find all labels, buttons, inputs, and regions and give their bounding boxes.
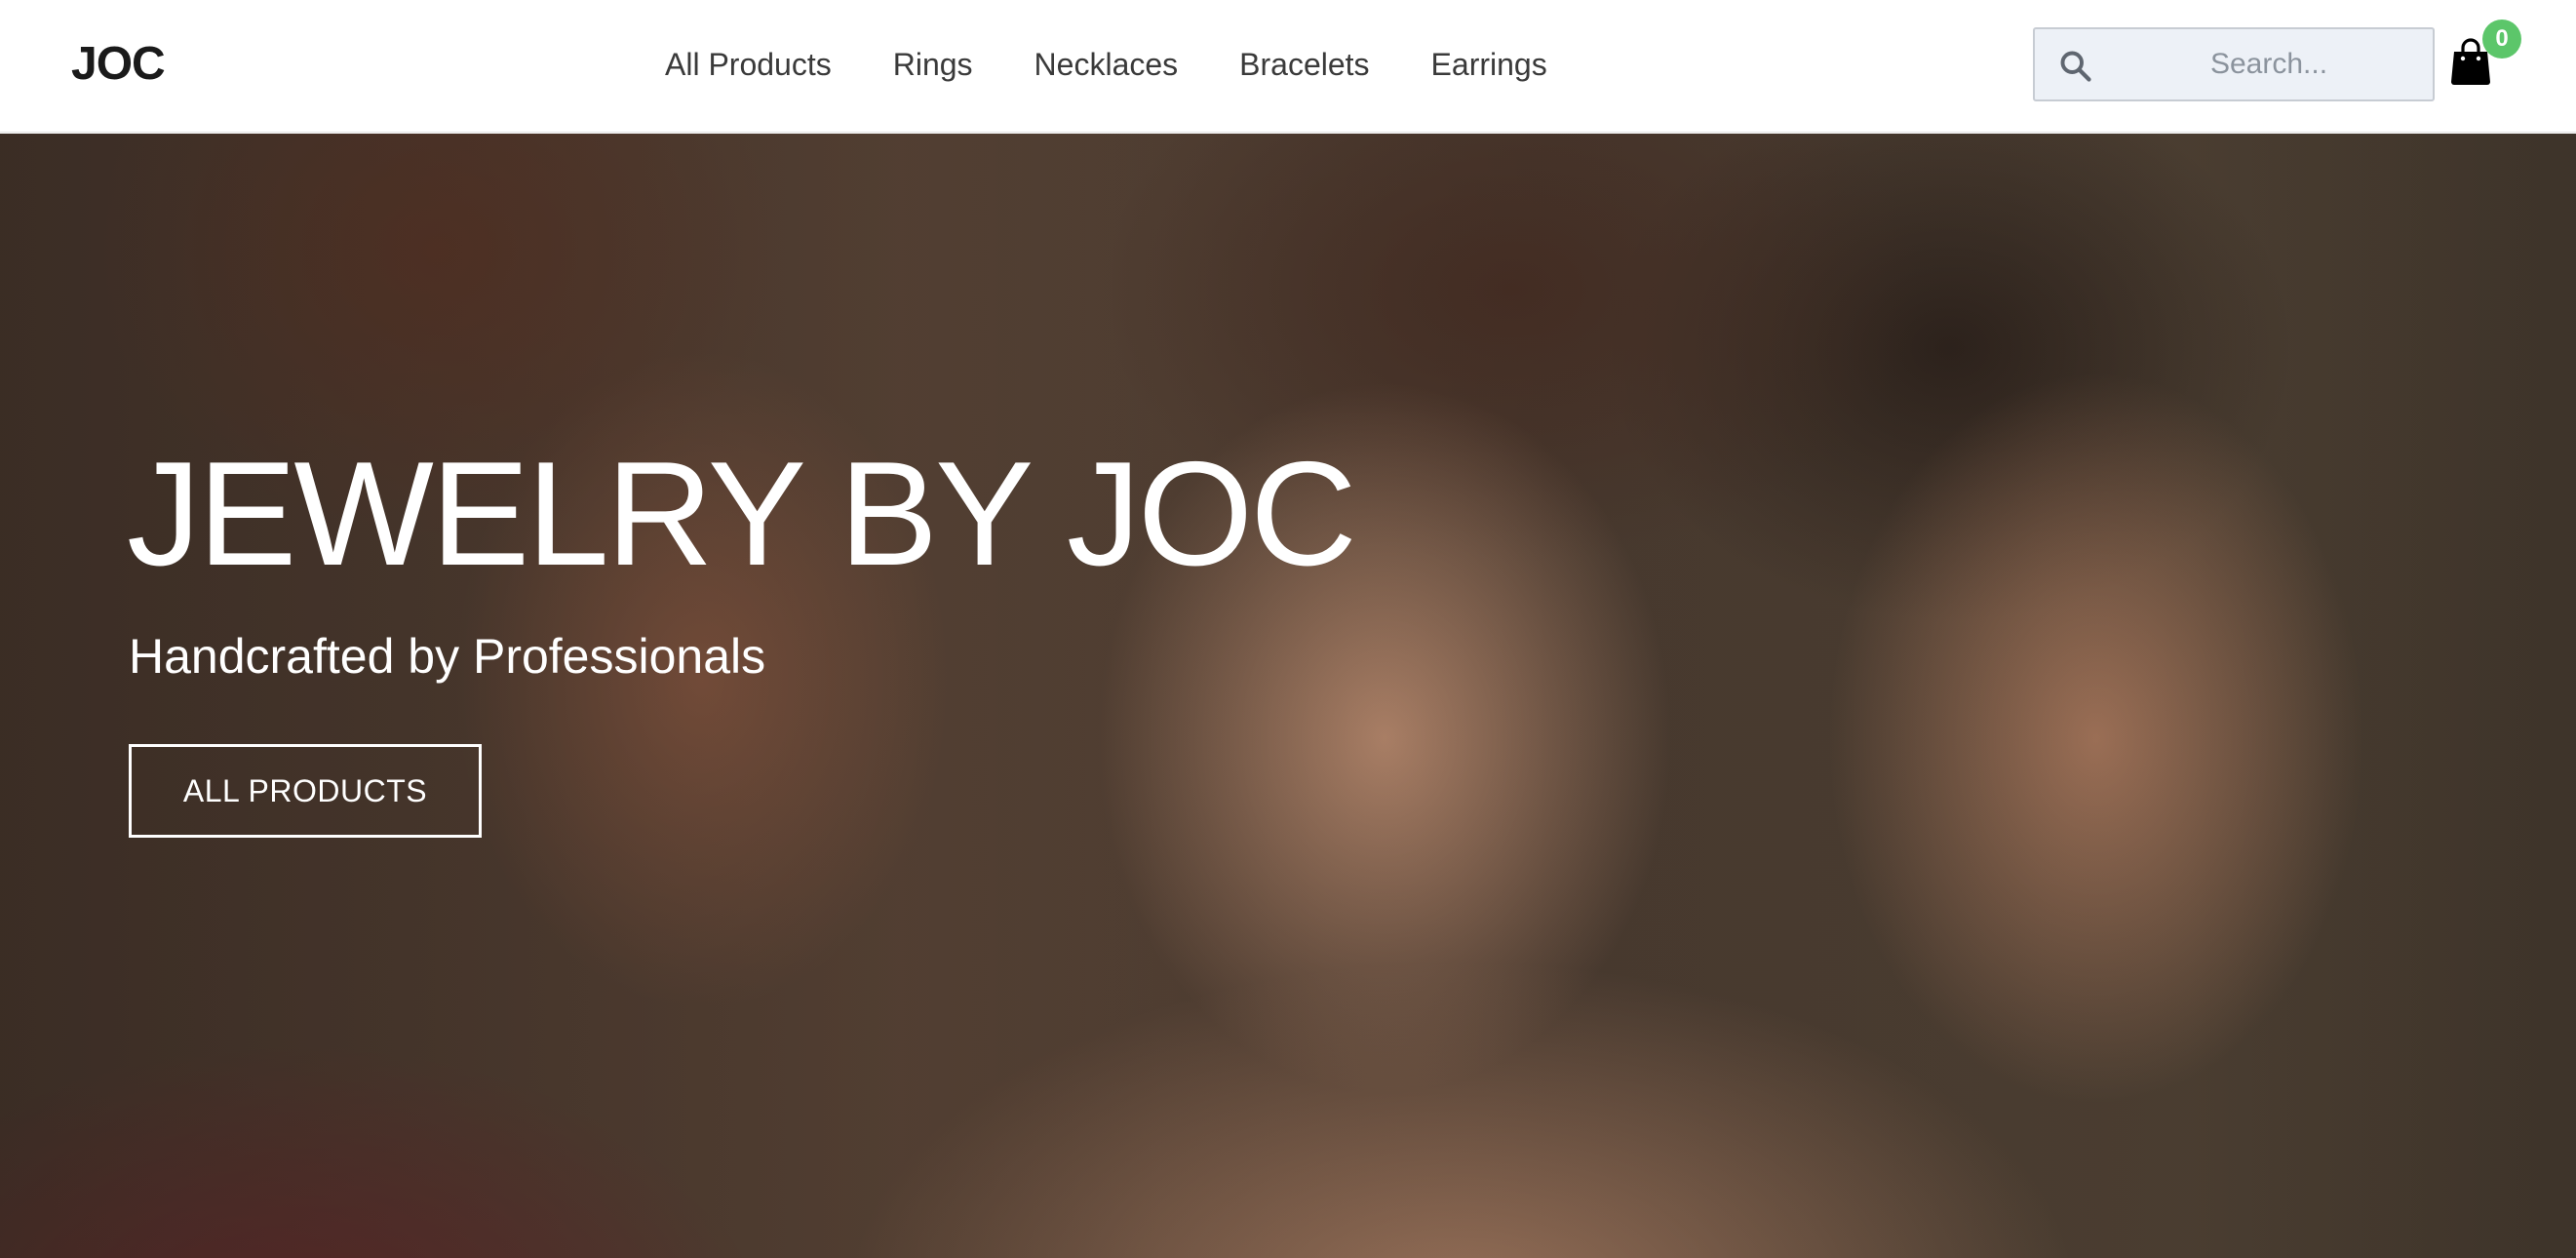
hero-title: JEWELRY BY JOC — [127, 431, 1357, 597]
all-products-button[interactable]: ALL PRODUCTS — [129, 744, 482, 838]
search-icon[interactable] — [2058, 49, 2093, 84]
site-header: JOC All Products Rings Necklaces Bracele… — [0, 0, 2576, 133]
cart-count-badge: 0 — [2482, 20, 2521, 59]
search-box — [2033, 27, 2435, 101]
hero-subtitle: Handcrafted by Professionals — [129, 629, 766, 684]
nav-item-necklaces[interactable]: Necklaces — [1034, 43, 1179, 86]
nav-item-earrings[interactable]: Earrings — [1431, 43, 1547, 86]
hero-banner: JEWELRY BY JOC Handcrafted by Profession… — [0, 134, 2576, 1258]
nav-item-rings[interactable]: Rings — [893, 43, 973, 86]
logo[interactable]: JOC — [71, 35, 166, 94]
main-nav: All Products Rings Necklaces Bracelets E… — [665, 43, 1547, 86]
nav-item-bracelets[interactable]: Bracelets — [1239, 43, 1369, 86]
nav-item-all-products[interactable]: All Products — [665, 43, 832, 86]
hero-image — [0, 134, 2576, 1258]
search-input[interactable] — [2113, 29, 2425, 99]
